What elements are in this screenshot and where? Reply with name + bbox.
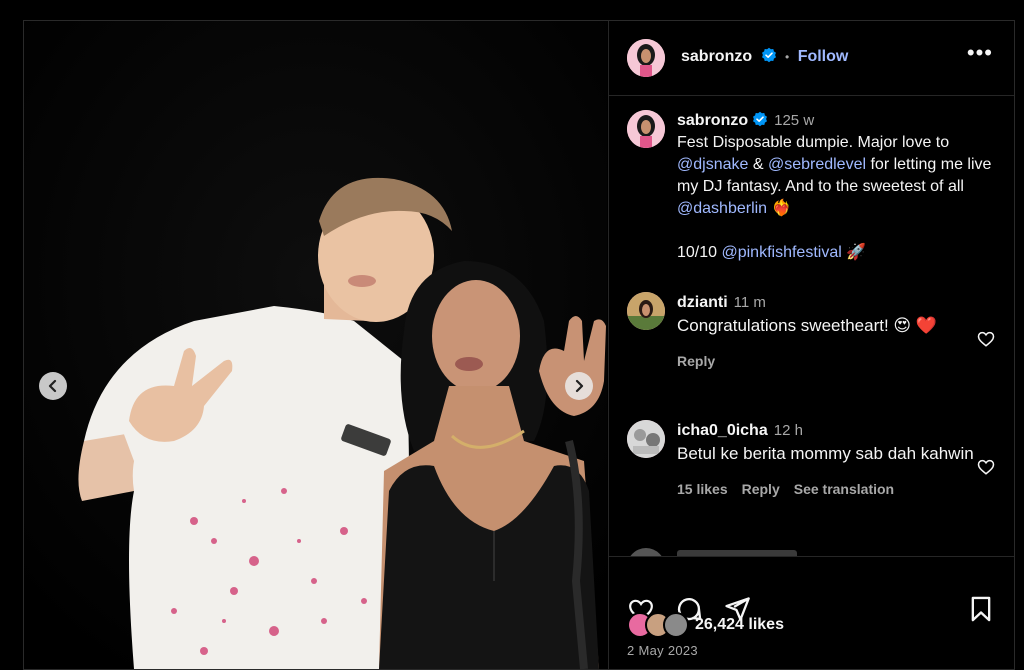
bookmark-icon[interactable] (967, 595, 995, 623)
comment-item-partial (627, 548, 1007, 556)
comment-actions: Reply (677, 350, 977, 372)
caption-text: sabronzo 125 w Fest Disposable dumpie. M… (677, 110, 995, 264)
caption-username[interactable]: sabronzo (677, 112, 748, 129)
reply-button[interactable]: Reply (742, 481, 780, 497)
verified-badge-icon (753, 111, 768, 127)
caption-text-part: 🚀 (841, 244, 867, 261)
follow-button[interactable]: Follow (798, 48, 849, 65)
likes-row[interactable]: 26,424 likes (627, 612, 784, 638)
post-photo[interactable] (24, 21, 607, 669)
caption-text-part: & (748, 156, 768, 173)
likes-count[interactable]: 26,424 likes (695, 616, 784, 634)
carousel-next-button[interactable] (565, 372, 593, 400)
commenter-avatar[interactable] (627, 420, 665, 458)
more-options-button[interactable]: ••• (967, 42, 993, 64)
avatar-image (627, 292, 665, 330)
author-avatar[interactable] (627, 39, 665, 77)
verified-badge-icon (761, 47, 776, 63)
post-header: sabronzo • Follow ••• (609, 21, 1014, 96)
comment-username[interactable]: dzianti (677, 294, 728, 311)
chevron-right-icon (575, 379, 584, 393)
comments-scroll-area[interactable]: sabronzo 125 w Fest Disposable dumpie. M… (609, 96, 1014, 556)
carousel-prev-button[interactable] (39, 372, 67, 400)
caption-block: sabronzo 125 w Fest Disposable dumpie. M… (627, 110, 1007, 280)
comment-text: Betul ke berita mommy sab dah kahwin (677, 444, 974, 463)
post-actions-bar: 26,424 likes 2 May 2023 (609, 556, 1014, 669)
comment-body: icha0_0icha 12 h Betul ke berita mommy sa… (677, 420, 977, 500)
mention-link[interactable]: @sebredlevel (768, 156, 866, 173)
avatar-image (627, 39, 665, 77)
chevron-left-icon (48, 379, 57, 393)
caption-avatar[interactable] (627, 110, 665, 148)
comment-time[interactable]: 11 m (734, 294, 766, 311)
liker-avatar (663, 612, 689, 638)
see-translation-button[interactable]: See translation (794, 481, 894, 497)
post-date[interactable]: 2 May 2023 (627, 643, 698, 658)
caption-text-part: Fest Disposable dumpie. Major love to (677, 134, 950, 151)
header-user-line: sabronzo • Follow (681, 47, 848, 66)
caption-text-part: ❤️‍🔥 (767, 200, 792, 217)
comment-likes-count[interactable]: 15 likes (677, 481, 728, 497)
comment-item: dzianti 11 m Congratulations sweetheart! … (627, 292, 1007, 402)
caption-text-part: 10/10 (677, 244, 722, 261)
comment-item: icha0_0icha 12 h Betul ke berita mommy sa… (627, 420, 1007, 530)
caption-time[interactable]: 125 w (774, 112, 814, 129)
commenter-avatar[interactable] (627, 292, 665, 330)
commenter-avatar[interactable] (627, 548, 665, 556)
mention-link[interactable]: @pinkfishfestival (721, 244, 841, 261)
mention-link[interactable]: @dashberlin (677, 200, 767, 217)
post-side-panel: sabronzo • Follow ••• sabronzo 125 w Fes… (608, 21, 1014, 669)
header-username[interactable]: sabronzo (681, 48, 752, 65)
mention-link[interactable]: @djsnake (677, 156, 748, 173)
avatar-image (627, 110, 665, 148)
post-modal: sabronzo • Follow ••• sabronzo 125 w Fes… (23, 20, 1015, 670)
reply-button[interactable]: Reply (677, 353, 715, 369)
comment-text: Congratulations sweetheart! 😍 ❤️ (677, 316, 938, 335)
heart-icon[interactable] (977, 330, 995, 348)
header-separator: • (785, 50, 790, 64)
comment-actions: 15 likes Reply See translation (677, 478, 977, 500)
comment-username[interactable]: icha0_0icha (677, 422, 768, 439)
photo-illustration (24, 21, 607, 669)
comment-time[interactable]: 12 h (774, 422, 803, 439)
comment-body: dzianti 11 m Congratulations sweetheart! … (677, 292, 977, 372)
heart-icon[interactable] (977, 458, 995, 476)
avatar-image (627, 420, 665, 458)
